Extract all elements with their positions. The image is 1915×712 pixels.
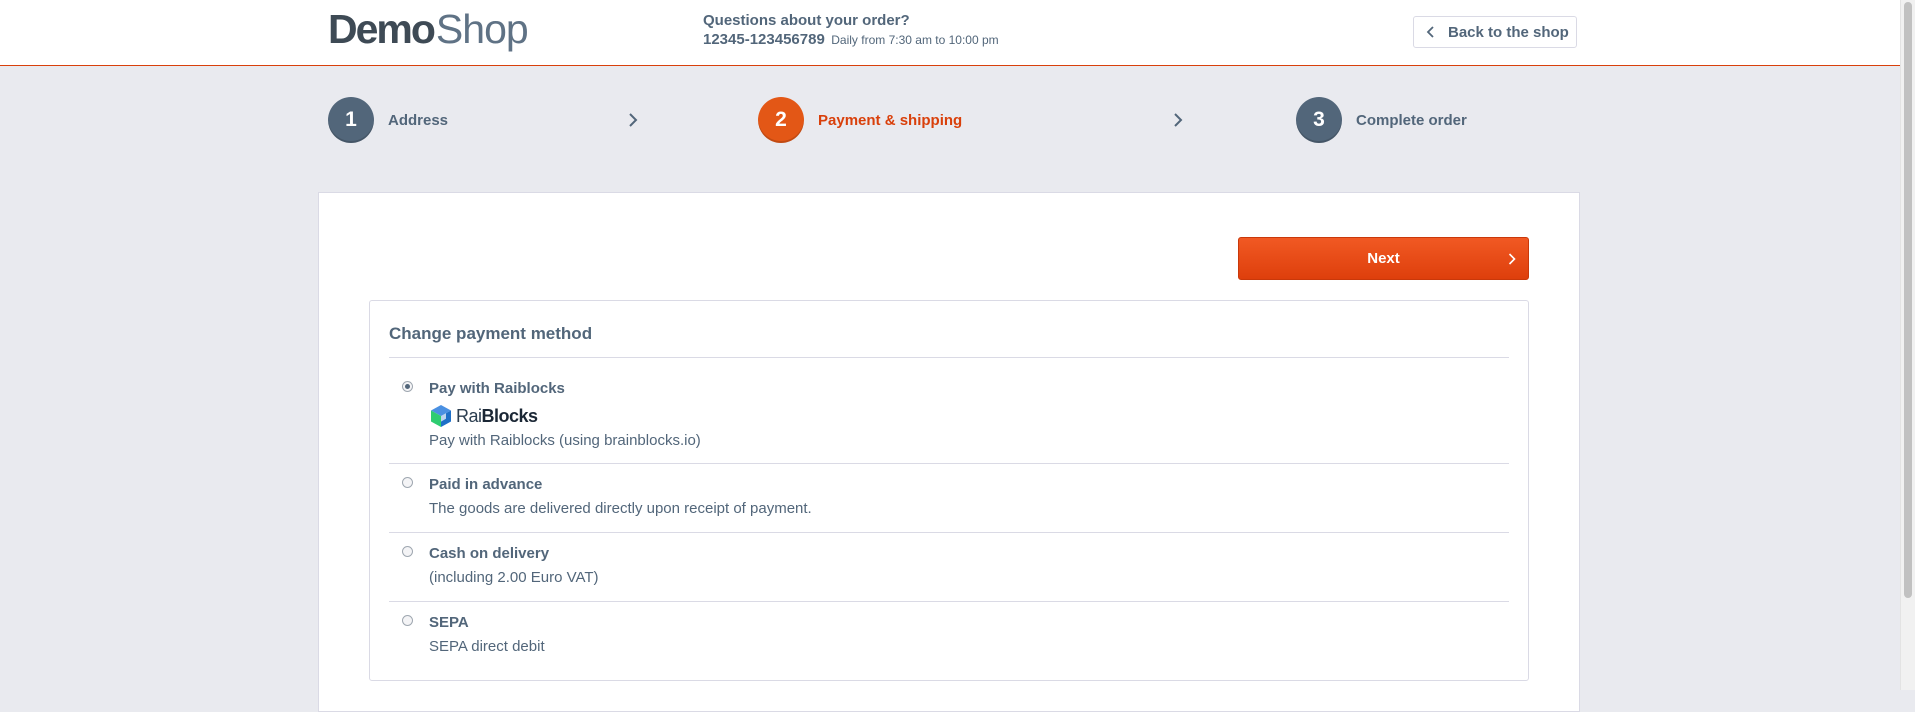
method-description: (including 2.00 Euro VAT): [429, 569, 599, 586]
logo-rai-text: Rai: [456, 405, 482, 426]
step-label: Complete order: [1356, 111, 1467, 129]
radio-cash-on-delivery[interactable]: [402, 546, 413, 557]
method-name: Pay with Raiblocks: [429, 380, 565, 397]
method-name: Paid in advance: [429, 476, 543, 493]
next-label: Next: [1367, 250, 1400, 267]
step-number: 1: [328, 97, 374, 143]
back-to-shop-button[interactable]: Back to the shop: [1413, 16, 1577, 48]
divider: [389, 357, 1509, 358]
step-address: 1 Address: [328, 97, 448, 143]
chevron-right-icon: [1508, 253, 1516, 265]
service-hotline: Questions about your order? 12345-123456…: [703, 12, 999, 49]
checkout-steps: 1 Address 2 Payment & shipping 3 Complet…: [0, 97, 1900, 145]
divider: [389, 532, 1509, 533]
service-title: Questions about your order?: [703, 12, 910, 29]
method-name: SEPA: [429, 614, 469, 631]
radio-sepa[interactable]: [402, 615, 413, 626]
divider: [389, 601, 1509, 602]
scrollbar-thumb[interactable]: [1904, 2, 1912, 598]
step-number: 2: [758, 97, 804, 143]
payment-method-title: Change payment method: [389, 324, 593, 343]
radio-raiblocks[interactable]: [402, 381, 413, 392]
method-name: Cash on delivery: [429, 545, 550, 562]
shop-header: Demo Shop Questions about your order? 12…: [0, 0, 1900, 66]
method-description: The goods are delivered directly upon re…: [429, 500, 812, 517]
logo-demo-text: Demo: [328, 6, 436, 52]
step-payment-shipping: 2 Payment & shipping: [758, 97, 962, 143]
step-label: Payment & shipping: [818, 111, 963, 129]
logo-blocks-text: Blocks: [481, 405, 539, 426]
back-to-shop-label: Back to the shop: [1448, 23, 1569, 41]
logo-shop-text: Shop: [435, 6, 529, 52]
service-phone[interactable]: 12345-123456789: [703, 31, 825, 48]
method-description: Pay with Raiblocks (using brainblocks.io…: [429, 432, 701, 449]
method-description: SEPA direct debit: [429, 638, 545, 655]
radio-prepayment[interactable]: [402, 477, 413, 488]
chevron-right-icon: [1174, 113, 1183, 127]
step-label: Address: [388, 111, 449, 129]
next-button[interactable]: Next: [1238, 237, 1529, 280]
shop-logo[interactable]: Demo Shop: [328, 6, 529, 54]
page-scrollbar[interactable]: [1900, 0, 1915, 690]
step-complete-order: 3 Complete order: [1296, 97, 1467, 143]
chevron-left-icon: [1426, 26, 1434, 38]
divider: [389, 463, 1509, 464]
raiblocks-cube-icon: [431, 405, 451, 427]
chevron-right-icon: [629, 113, 638, 127]
raiblocks-logo: RaiBlocks: [429, 404, 538, 428]
step-number: 3: [1296, 97, 1342, 143]
service-hours: Daily from 7:30 am to 10:00 pm: [831, 33, 999, 47]
